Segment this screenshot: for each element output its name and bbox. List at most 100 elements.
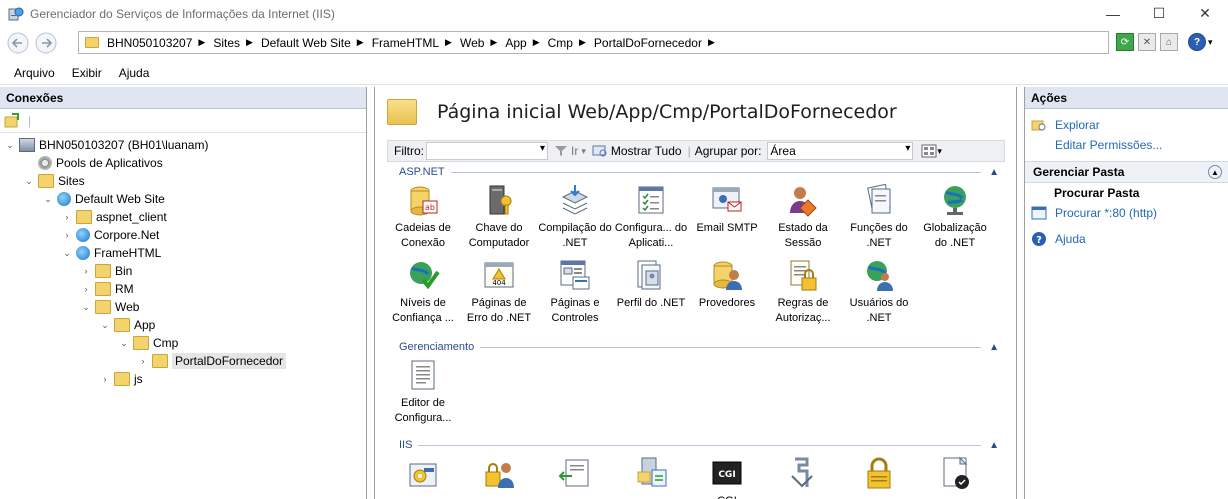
- feature-tile[interactable]: [537, 456, 613, 494]
- feature-tile[interactable]: CGI CGI: [689, 456, 765, 499]
- feature-tile[interactable]: [461, 456, 537, 494]
- breadcrumb-item[interactable]: FrameHTML ▶: [372, 36, 460, 50]
- feature-tile[interactable]: Configura... do Aplicati...: [613, 183, 689, 251]
- forward-button[interactable]: [34, 31, 58, 55]
- collapsed-chevron-icon[interactable]: ›: [80, 266, 92, 276]
- funnel-icon: [555, 146, 567, 156]
- collapse-icon[interactable]: ▲: [1208, 165, 1222, 179]
- feature-tile[interactable]: [841, 456, 917, 494]
- collapsed-chevron-icon[interactable]: ›: [80, 284, 92, 294]
- group-title: IIS: [399, 439, 413, 451]
- collapse-group-icon[interactable]: ▲: [989, 440, 999, 451]
- address-bar[interactable]: BHN050103207 ▶ Sites ▶ Default Web Site ▶ F…: [78, 31, 1109, 54]
- group-divider: [450, 171, 982, 173]
- expanded-chevron-icon[interactable]: ⌄: [42, 194, 54, 205]
- breadcrumb-item[interactable]: Default Web Site ▶: [261, 36, 372, 50]
- collapse-group-icon[interactable]: ▲: [989, 167, 999, 178]
- tree-node-label: Sites: [58, 174, 85, 188]
- breadcrumb-item[interactable]: PortalDoFornecedor ▶: [594, 36, 723, 50]
- close-button[interactable]: ✕: [1182, 0, 1228, 27]
- feature-tile[interactable]: Usuários do .NET: [841, 258, 917, 326]
- tree-node[interactable]: › aspnet_client: [0, 208, 366, 226]
- browse-icon: [1031, 206, 1047, 220]
- tree-node[interactable]: › Bin: [0, 262, 366, 280]
- feature-tile[interactable]: ab Cadeias de Conexão: [385, 183, 461, 251]
- explore-action[interactable]: Explorar: [1025, 115, 1228, 135]
- refresh-icon[interactable]: ⟳: [1116, 33, 1134, 51]
- browse-http-action[interactable]: Procurar *:80 (http): [1025, 203, 1228, 223]
- feature-label: Configura... do Aplicati...: [614, 222, 688, 249]
- collapse-group-icon[interactable]: ▲: [989, 342, 999, 353]
- app-settings-icon: [634, 183, 668, 217]
- tree-node[interactable]: ⌄ Sites: [0, 172, 366, 190]
- help-action[interactable]: ? Ajuda: [1025, 229, 1228, 249]
- collapsed-chevron-icon[interactable]: ›: [61, 230, 73, 240]
- tree-node[interactable]: ⌄ Web: [0, 298, 366, 316]
- breadcrumb-item[interactable]: BHN050103207 ▶: [107, 36, 213, 50]
- home-icon[interactable]: ⌂: [1160, 33, 1178, 51]
- menu-ajuda[interactable]: Ajuda: [119, 66, 150, 80]
- collapsed-chevron-icon[interactable]: ›: [61, 212, 73, 222]
- expanded-chevron-icon[interactable]: ⌄: [118, 338, 130, 349]
- feature-tile[interactable]: Email SMTP: [689, 183, 765, 236]
- feature-tile[interactable]: [385, 456, 461, 494]
- feature-tile[interactable]: Chave do Computador: [461, 183, 537, 251]
- breadcrumb-item[interactable]: Web ▶: [460, 36, 505, 50]
- feature-tile[interactable]: [765, 456, 841, 494]
- feature-tile[interactable]: Regras de Autorizaç...: [765, 258, 841, 326]
- collapsed-chevron-icon[interactable]: ›: [99, 374, 111, 384]
- expanded-chevron-icon[interactable]: ⌄: [23, 176, 35, 187]
- feature-tile[interactable]: Níveis de Confiança ...: [385, 258, 461, 326]
- collapsed-chevron-icon[interactable]: ›: [137, 356, 149, 366]
- show-all-button[interactable]: Mostrar Tudo: [592, 144, 682, 158]
- feature-tile[interactable]: [613, 456, 689, 494]
- tree-node[interactable]: ⌄ Cmp: [0, 334, 366, 352]
- view-selector[interactable]: ▾: [921, 144, 942, 158]
- feature-tile[interactable]: Compilação do .NET: [537, 183, 613, 251]
- expanded-chevron-icon[interactable]: ⌄: [4, 140, 16, 151]
- tree-node[interactable]: ⌄ FrameHTML: [0, 244, 366, 262]
- feature-tile[interactable]: Páginas e Controles: [537, 258, 613, 326]
- group-by-select[interactable]: Área: [767, 142, 914, 160]
- feature-tile[interactable]: Funções do .NET: [841, 183, 917, 251]
- tree-node[interactable]: › js: [0, 370, 366, 388]
- feature-tile[interactable]: Editor de Configura...: [385, 358, 461, 426]
- tree-node[interactable]: › PortalDoFornecedor: [0, 352, 366, 370]
- expanded-chevron-icon[interactable]: ⌄: [99, 320, 111, 331]
- breadcrumb-item[interactable]: Cmp ▶: [548, 36, 594, 50]
- edit-permissions-action[interactable]: Editar Permissões...: [1025, 135, 1228, 155]
- menu-arquivo[interactable]: Arquivo: [14, 66, 55, 80]
- breadcrumb-item[interactable]: Sites ▶: [213, 36, 261, 50]
- features-panel: Página inicial Web/App/Cmp/PortalDoForne…: [374, 87, 1017, 499]
- minimize-button[interactable]: —: [1090, 0, 1136, 27]
- tree-node[interactable]: ⌄ BHN050103207 (BH01\luanam): [0, 136, 366, 154]
- feature-tile[interactable]: [917, 456, 993, 494]
- expanded-chevron-icon[interactable]: ⌄: [61, 248, 73, 259]
- tree-node[interactable]: › RM: [0, 280, 366, 298]
- feature-label: Regras de Autorizaç...: [775, 297, 831, 324]
- feature-tile[interactable]: Estado da Sessão: [765, 183, 841, 251]
- stop-icon[interactable]: ✕: [1138, 33, 1156, 51]
- tree-node[interactable]: ⌄ App: [0, 316, 366, 334]
- back-button[interactable]: [6, 31, 30, 55]
- feature-tile[interactable]: 404 Páginas de Erro do .NET: [461, 258, 537, 326]
- filter-input[interactable]: [426, 142, 548, 160]
- feature-tile[interactable]: Perfil do .NET: [613, 258, 689, 311]
- breadcrumb-item[interactable]: App ▶: [505, 36, 547, 50]
- help-icon[interactable]: ?: [1188, 33, 1206, 51]
- menu-exibir[interactable]: Exibir: [72, 66, 102, 80]
- go-button[interactable]: Ir ▾: [554, 144, 586, 158]
- expanded-chevron-icon[interactable]: ⌄: [80, 302, 92, 313]
- feature-label: CGI: [689, 494, 765, 499]
- tree-node[interactable]: Pools de Aplicativos: [0, 154, 366, 172]
- folder-icon: [152, 354, 168, 368]
- feature-tile[interactable]: Provedores: [689, 258, 765, 311]
- maximize-button[interactable]: ☐: [1136, 0, 1182, 27]
- feature-tile[interactable]: Globalização do .NET: [917, 183, 993, 251]
- connect-icon[interactable]: [4, 112, 22, 129]
- tree-node[interactable]: › Corpore.Net: [0, 226, 366, 244]
- help-dropdown-icon[interactable]: ▾: [1208, 37, 1213, 48]
- compression-icon: [786, 456, 820, 490]
- tree-node[interactable]: ⌄ Default Web Site: [0, 190, 366, 208]
- feature-label: Níveis de Confiança ...: [392, 297, 454, 324]
